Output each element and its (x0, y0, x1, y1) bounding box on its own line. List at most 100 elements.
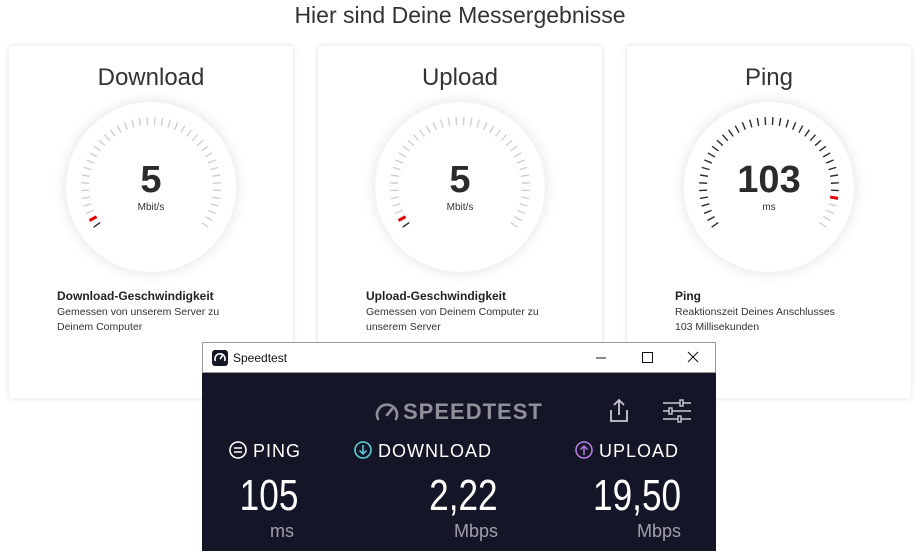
gauge-tick (716, 139, 724, 147)
gauge-tick (447, 117, 451, 126)
gauge-tick (110, 129, 116, 137)
gauge-tick (476, 119, 480, 128)
gauge-tick (778, 117, 782, 126)
upload-label: UPLOAD (599, 441, 680, 461)
card-description: Ping Reaktionszeit Deines Anschlusses 10… (675, 289, 875, 334)
window-title: Speedtest (233, 351, 288, 365)
gauge-tick (514, 216, 522, 222)
speedtest-brand: SPEEDTEST (373, 397, 553, 427)
gauge-tick (407, 139, 415, 147)
ping-icon (229, 441, 247, 459)
speedtest-window: Speedtest SPEEDTEST PING 105 ms DOWNLOAD… (202, 342, 716, 551)
gauge-tick (483, 122, 488, 130)
close-button[interactable] (670, 343, 716, 373)
gauge-tick (205, 216, 213, 222)
close-icon (687, 351, 699, 363)
gauge-tick (167, 119, 171, 128)
settings-sliders-icon (663, 399, 691, 423)
gauge-tick (180, 125, 186, 134)
gauge-tick (123, 122, 128, 130)
gauge-tick (819, 221, 827, 228)
download-unit: Mbps (453, 521, 498, 541)
gauge-tick (174, 122, 179, 130)
gauge-tick (823, 216, 831, 222)
description-line: Gemessen von unserem Server zu (57, 306, 220, 318)
ping-value: 105 (239, 471, 298, 520)
gauge-tick (131, 119, 135, 128)
gauge-tick (495, 129, 501, 137)
gauge-tick (749, 119, 753, 128)
gauge-tick (98, 139, 106, 147)
share-button[interactable] (604, 396, 634, 426)
gauge-unit: ms (762, 202, 776, 213)
gauge-tick (103, 134, 111, 142)
description-line: Deinem Computer (57, 321, 143, 333)
gauge-tick (93, 145, 101, 152)
description-line: Gemessen von Deinem Computer zu (366, 306, 539, 318)
description-title: Ping (675, 289, 701, 303)
ping-gauge: 103 ms (684, 102, 854, 272)
upload-arrow-icon (575, 441, 593, 459)
gauge-tick (440, 119, 444, 128)
maximize-icon (642, 352, 653, 363)
upload-unit: Mbps (636, 521, 681, 541)
gauge-tick (804, 129, 810, 137)
ping-label: PING (253, 441, 302, 461)
maximize-button[interactable] (624, 343, 670, 373)
description-line: 103 Millisekunden (675, 321, 760, 333)
description-title: Download-Geschwindigkeit (57, 289, 214, 303)
gauge-tick (510, 221, 518, 228)
description-line: Reaktionszeit Deines Anschlusses (675, 306, 835, 318)
gauge-tick (89, 152, 98, 158)
minimize-button[interactable] (578, 343, 624, 373)
gauge-tick (510, 145, 518, 152)
gauge-unit: Mbit/s (446, 202, 474, 213)
gauge-tick (822, 152, 831, 158)
ping-unit: ms (270, 521, 294, 541)
gauge-tick (186, 129, 192, 137)
minimize-icon (596, 357, 606, 359)
gauge-tick (160, 117, 164, 126)
gauge-tick (734, 125, 740, 134)
gauge-needle-tick (397, 215, 407, 222)
gauge-tick (785, 119, 789, 128)
gauge-tick (489, 125, 495, 134)
gauge-tick (814, 139, 822, 147)
gauge-tick (398, 152, 407, 158)
gauge-unit: Mbit/s (137, 202, 165, 213)
gauge-tick (792, 122, 797, 130)
gauge-tick (756, 117, 760, 126)
gauge-tick (728, 129, 734, 137)
upload-gauge: 5 Mbit/s (375, 102, 545, 272)
gauge-tick (721, 134, 729, 142)
gauge-tick (116, 125, 122, 134)
description-line: unserem Server (366, 321, 441, 333)
page-heading: Hier sind Deine Messergebnisse (294, 2, 626, 28)
card-description: Upload-Geschwindigkeit Gemessen von Dein… (366, 289, 566, 334)
gauge-tick (711, 145, 719, 152)
gauge-value: 5 (140, 159, 162, 201)
gauge-tick (402, 221, 410, 228)
settings-button[interactable] (660, 396, 694, 426)
gauge-tick (707, 216, 715, 222)
gauge-tick (707, 152, 716, 158)
gauge-tick (93, 221, 101, 228)
gauge-tick (204, 152, 213, 158)
gauge-tick (469, 117, 473, 126)
gauge-tick (711, 221, 719, 228)
download-value: 2,22 (429, 471, 498, 520)
gauge-tick (201, 145, 209, 152)
share-icon (610, 398, 628, 422)
window-titlebar[interactable]: Speedtest (202, 342, 716, 373)
download-gauge: 5 Mbit/s (66, 102, 236, 272)
gauge-tick (402, 145, 410, 152)
gauge-tick (196, 139, 204, 147)
gauge-tick (513, 152, 522, 158)
gauge-tick (809, 134, 817, 142)
gauge-tick (819, 145, 827, 152)
gauge-needle-tick (88, 215, 98, 222)
download-arrow-icon (354, 441, 372, 459)
gauge-tick (425, 125, 431, 134)
gauge-tick (201, 221, 209, 228)
gauge-tick (500, 134, 508, 142)
